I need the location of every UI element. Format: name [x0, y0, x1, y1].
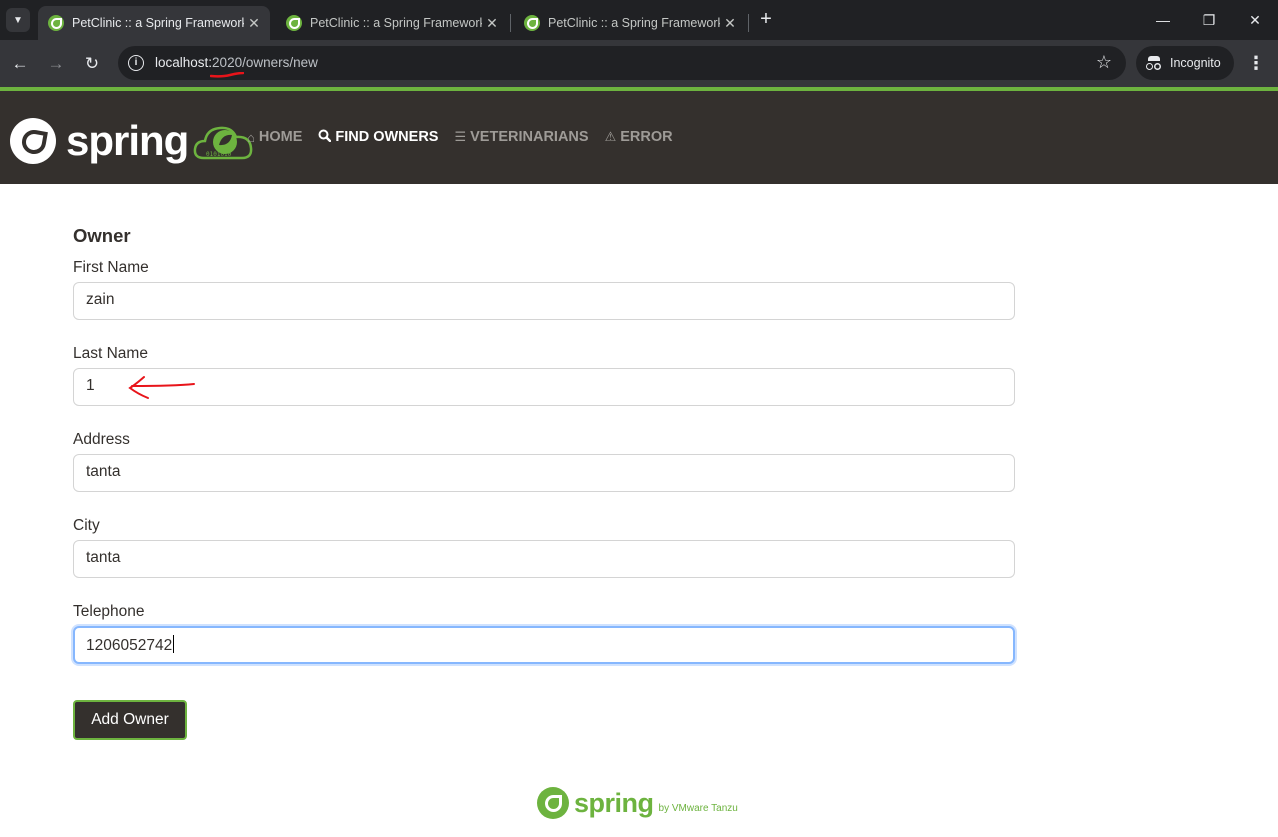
minimize-icon[interactable]: —: [1140, 6, 1186, 34]
tab-search-chevron-icon[interactable]: ▼: [6, 8, 30, 32]
incognito-badge[interactable]: Incognito: [1136, 46, 1234, 80]
nav-veterinarians-label: VETERINARIANS: [470, 129, 589, 145]
browser-tab-bar: ▼ PetClinic :: a Spring Framework ✕ PetC…: [0, 0, 1278, 40]
address-input[interactable]: tanta: [73, 454, 1015, 492]
last-name-label: Last Name: [73, 345, 148, 362]
logo-text: spring: [66, 117, 189, 164]
browser-tab-3[interactable]: PetClinic :: a Spring Framework ✕: [514, 6, 746, 40]
address-value: tanta: [86, 463, 121, 480]
add-owner-button[interactable]: Add Owner: [73, 700, 187, 740]
tab-title: PetClinic :: a Spring Framework: [548, 16, 720, 30]
tab-separator: [510, 14, 511, 32]
nav-find-owners-label: FIND OWNERS: [335, 129, 439, 145]
last-name-value: 1: [86, 377, 95, 394]
restore-icon[interactable]: ❐: [1186, 6, 1232, 34]
spring-logo[interactable]: spring 0101010: [10, 118, 254, 164]
footer-spring-logo: spring by VMware Tanzu: [537, 786, 738, 820]
first-name-input[interactable]: zain: [73, 282, 1015, 320]
city-label: City: [73, 517, 100, 534]
incognito-icon: [1146, 56, 1162, 70]
new-tab-icon[interactable]: +: [754, 8, 778, 32]
forward-arrow-icon[interactable]: →: [42, 50, 70, 78]
nav-find-owners[interactable]: FIND OWNERS: [318, 129, 438, 145]
site-navbar: spring 0101010 ⌂ HOME FIND OWNERS ☰ VETE…: [0, 87, 1278, 184]
nav-error-label: ERROR: [620, 129, 673, 145]
svg-text:0101010: 0101010: [206, 151, 232, 158]
spring-leaf-icon: [537, 787, 569, 819]
back-arrow-icon[interactable]: ←: [6, 50, 34, 78]
list-icon: ☰: [454, 129, 467, 144]
form-title: Owner: [73, 225, 131, 246]
spring-leaf-icon: [10, 118, 56, 164]
nav-home[interactable]: ⌂ HOME: [247, 129, 302, 145]
spring-favicon-icon: [48, 15, 64, 31]
site-info-icon[interactable]: i: [128, 55, 144, 71]
nav-home-label: HOME: [258, 129, 303, 145]
petclinic-cloud-icon: 0101010: [194, 126, 253, 160]
address-bar[interactable]: i localhost:2020/owners/new ☆: [118, 46, 1126, 80]
red-underline-annotation: [210, 72, 244, 78]
telephone-value: 1206052742: [86, 637, 173, 654]
nav-error[interactable]: ⚠ ERROR: [605, 129, 673, 145]
nav-veterinarians[interactable]: ☰ VETERINARIANS: [454, 129, 588, 145]
tab-close-icon[interactable]: ✕: [720, 15, 740, 32]
text-caret: [173, 635, 175, 653]
tab-title: PetClinic :: a Spring Framework: [72, 16, 244, 30]
footer-byline: by VMware Tanzu: [658, 802, 738, 814]
red-arrow-annotation: [128, 376, 195, 399]
tab-close-icon[interactable]: ✕: [482, 15, 502, 32]
browser-menu-icon[interactable]: ⋮: [1244, 50, 1268, 78]
tab-close-icon[interactable]: ✕: [244, 15, 264, 32]
browser-tab-1[interactable]: PetClinic :: a Spring Framework ✕: [38, 6, 270, 40]
incognito-label: Incognito: [1170, 56, 1221, 70]
warning-icon: ⚠: [604, 129, 617, 144]
city-input[interactable]: tanta: [73, 540, 1015, 578]
spring-favicon-icon: [524, 15, 540, 31]
first-name-value: zain: [86, 291, 115, 308]
city-value: tanta: [86, 549, 121, 566]
bookmark-star-icon[interactable]: ☆: [1096, 52, 1112, 73]
last-name-input[interactable]: 1: [73, 368, 1015, 406]
url-port: 2020: [212, 55, 243, 70]
footer-logo-text: spring: [574, 787, 654, 818]
address-label: Address: [73, 431, 130, 448]
search-icon: [318, 129, 332, 145]
tab-title: PetClinic :: a Spring Framework: [310, 16, 482, 30]
spring-favicon-icon: [286, 15, 302, 31]
browser-tab-2[interactable]: PetClinic :: a Spring Framework ✕: [276, 6, 508, 40]
telephone-input[interactable]: 1206052742: [73, 626, 1015, 664]
main-nav: ⌂ HOME FIND OWNERS ☰ VETERINARIANS ⚠ ERR…: [247, 129, 689, 145]
browser-toolbar: ← → ↻ i localhost:2020/owners/new ☆ Inco…: [0, 40, 1278, 87]
url-path: /owners/new: [242, 55, 318, 70]
telephone-label: Telephone: [73, 603, 145, 620]
home-icon: ⌂: [247, 129, 255, 145]
tab-separator: [748, 14, 749, 32]
window-close-icon[interactable]: ✕: [1232, 6, 1278, 34]
reload-icon[interactable]: ↻: [78, 50, 106, 78]
url-text[interactable]: localhost:2020/owners/new: [155, 55, 318, 70]
first-name-label: First Name: [73, 259, 149, 276]
url-host: localhost:: [155, 55, 213, 70]
